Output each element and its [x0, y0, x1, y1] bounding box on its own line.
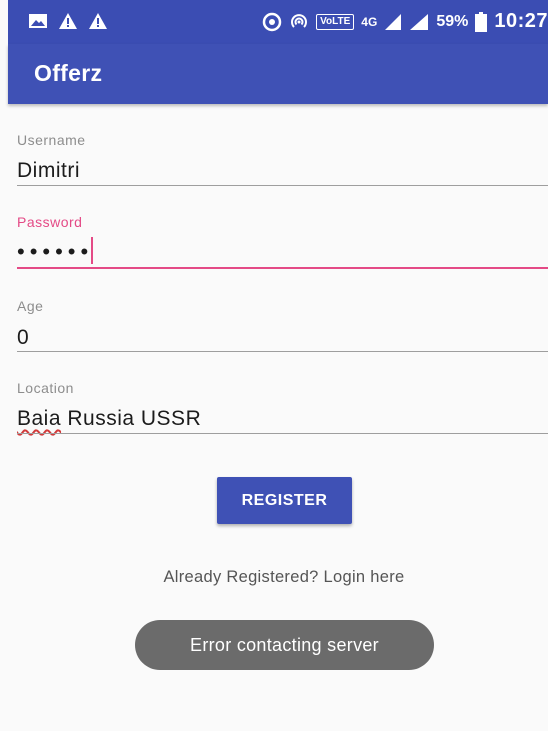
register-button[interactable]: REGISTER: [217, 477, 352, 524]
toast-message: Error contacting server: [190, 634, 379, 655]
username-input[interactable]: Dimitri: [17, 159, 80, 183]
username-label: Username: [17, 132, 86, 148]
battery-percent: 59%: [436, 12, 469, 30]
age-underline: [17, 351, 548, 352]
network-type: 4G: [361, 14, 378, 29]
sync-icon: [262, 12, 282, 32]
login-link[interactable]: Already Registered? Login here: [0, 568, 548, 587]
hotspot-icon: [289, 12, 309, 32]
username-field[interactable]: Username Dimitri: [8, 130, 548, 190]
text-cursor: [91, 237, 94, 264]
password-dots: ••••••: [17, 239, 94, 264]
age-input[interactable]: 0: [17, 326, 29, 350]
app-title: Offerz: [34, 60, 103, 86]
location-input[interactable]: Baia Russia USSR: [17, 407, 201, 431]
status-bar: VoLTE 4G 59% 10:27: [8, 0, 548, 44]
app-bar: Offerz: [8, 44, 548, 104]
location-label: Location: [17, 380, 74, 396]
signal-icon: [384, 13, 402, 31]
password-label: Password: [17, 214, 83, 230]
password-underline: [17, 267, 548, 269]
warning-icon: [88, 12, 108, 30]
clock: 10:27: [494, 10, 548, 32]
error-toast: Error contacting server: [135, 620, 434, 670]
username-underline: [17, 185, 548, 186]
location-field[interactable]: Location Baia Russia USSR: [8, 378, 548, 438]
image-icon: [28, 13, 48, 29]
age-label: Age: [17, 298, 44, 314]
signal-icon: [409, 13, 429, 31]
warning-icon: [58, 12, 78, 30]
password-input[interactable]: ••••••: [17, 237, 94, 265]
spellcheck-word: Baia: [17, 407, 62, 430]
password-field[interactable]: Password ••••••: [8, 212, 548, 272]
age-field[interactable]: Age 0: [8, 296, 548, 356]
location-value-rest: Russia USSR: [61, 407, 202, 430]
battery-icon: [475, 11, 488, 32]
location-underline: [17, 433, 548, 434]
volte-badge: VoLTE: [316, 13, 355, 30]
